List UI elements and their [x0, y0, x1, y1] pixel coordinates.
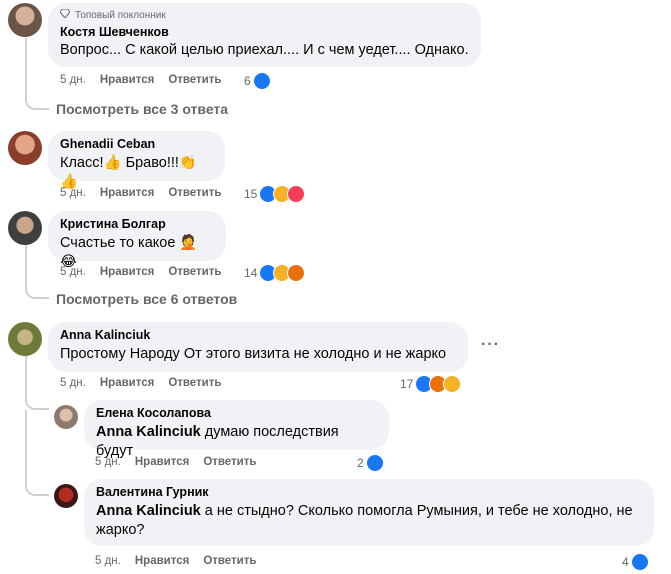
comment-author[interactable]: Кристина Болгар	[60, 217, 214, 231]
haha-reaction-icon	[443, 375, 462, 393]
comment-time[interactable]: 5 дн.	[60, 187, 86, 199]
reaction-summary[interactable]: 15	[244, 185, 306, 203]
reply-author[interactable]: Валентина Гурник	[96, 485, 642, 499]
avatar[interactable]	[8, 3, 42, 37]
reply-author[interactable]: Елена Косолапова	[96, 406, 377, 420]
mention-link[interactable]: Anna Kalinciuk	[96, 503, 201, 519]
like-reaction-icon	[630, 553, 649, 571]
like-button[interactable]: Нравится	[100, 266, 154, 278]
avatar[interactable]	[8, 322, 42, 356]
thread-connector	[25, 392, 49, 410]
reply-button[interactable]: Ответить	[168, 187, 221, 199]
badge-label: Топовый поклонник	[75, 9, 166, 21]
comment-bubble: Топовый поклонник Костя Шевченков Вопрос…	[48, 3, 481, 67]
reaction-summary[interactable]: 6	[244, 72, 271, 90]
comment-author[interactable]: Anna Kalinciuk	[60, 328, 456, 342]
care-reaction-icon	[287, 185, 306, 203]
like-reaction-icon	[252, 72, 271, 90]
comment-author[interactable]: Ghenadii Ceban	[60, 137, 213, 151]
like-button[interactable]: Нравится	[100, 187, 154, 199]
reaction-count: 17	[400, 377, 414, 391]
avatar[interactable]	[8, 131, 42, 165]
reply-bubble: Елена Косолапова Anna Kalinciuk думаю по…	[84, 400, 389, 459]
view-all-replies-link[interactable]: Посмотреть все 3 ответа	[56, 101, 228, 117]
reply-button[interactable]: Ответить	[168, 377, 221, 389]
reaction-count: 14	[244, 266, 258, 280]
mention-link[interactable]: Anna Kalinciuk	[96, 424, 201, 440]
like-button[interactable]: Нравится	[135, 456, 189, 468]
reply-bubble: Валентина Гурник Anna Kalinciuk а не сты…	[84, 479, 654, 546]
like-reaction-icon	[365, 454, 384, 472]
comment-actions: 5 дн. Нравится Ответить	[60, 266, 221, 278]
angry-reaction-icon	[287, 264, 306, 282]
reply-button[interactable]: Ответить	[203, 456, 256, 468]
reply-button[interactable]: Ответить	[168, 74, 221, 86]
like-button[interactable]: Нравится	[135, 555, 189, 567]
reaction-count: 15	[244, 187, 258, 201]
like-button[interactable]: Нравится	[100, 377, 154, 389]
comment-actions: 5 дн. Нравится Ответить	[60, 74, 221, 86]
comment-bubble: Кристина Болгар Счастье то какое 🤦😂	[48, 211, 226, 270]
thread-line	[25, 410, 27, 484]
comment-text: Простому Народу От этого визита не холод…	[60, 346, 447, 362]
reaction-count: 2	[357, 456, 364, 470]
view-all-replies-link[interactable]: Посмотреть все 6 ответов	[56, 291, 237, 307]
thread-line	[25, 245, 27, 285]
comment-actions: 5 дн. Нравится Ответить	[60, 187, 221, 199]
reaction-summary[interactable]: 4	[622, 553, 649, 571]
thread-line	[25, 38, 27, 100]
comment-bubble: Anna Kalinciuk Простому Народу От этого …	[48, 322, 468, 372]
comment-time[interactable]: 5 дн.	[60, 266, 86, 278]
thread-connector	[25, 281, 49, 299]
avatar[interactable]	[8, 211, 42, 245]
comment-text: Вопрос... С какой целью приехал.... И с …	[60, 42, 469, 58]
reply-actions: 5 дн. Нравится Ответить	[95, 555, 256, 567]
thread-line	[25, 356, 27, 396]
reaction-count: 4	[622, 555, 629, 569]
more-options-icon[interactable]: ···	[481, 336, 500, 354]
comment-author[interactable]: Костя Шевченков	[60, 25, 469, 39]
reaction-summary[interactable]: 17	[400, 375, 462, 393]
diamond-icon	[59, 8, 71, 21]
thread-connector	[25, 96, 49, 110]
reply-time[interactable]: 5 дн.	[95, 555, 121, 567]
thread-connector	[25, 478, 49, 496]
avatar[interactable]	[54, 484, 78, 508]
reaction-count: 6	[244, 74, 251, 88]
avatar[interactable]	[54, 405, 78, 429]
comment-bubble: Ghenadii Ceban Класс!👍 Браво!!!👏👍	[48, 131, 225, 190]
comment-actions: 5 дн. Нравится Ответить	[60, 377, 221, 389]
reaction-summary[interactable]: 2	[357, 454, 384, 472]
reaction-summary[interactable]: 14	[244, 264, 306, 282]
like-button[interactable]: Нравится	[100, 74, 154, 86]
reply-text: Anna Kalinciuk а не стыдно? Сколько помо…	[96, 502, 642, 540]
reply-time[interactable]: 5 дн.	[95, 456, 121, 468]
reply-button[interactable]: Ответить	[168, 266, 221, 278]
reply-actions: 5 дн. Нравится Ответить	[95, 456, 256, 468]
top-fan-badge: Топовый поклонник	[59, 8, 469, 21]
comment-time[interactable]: 5 дн.	[60, 74, 86, 86]
comment-time[interactable]: 5 дн.	[60, 377, 86, 389]
reply-button[interactable]: Ответить	[203, 555, 256, 567]
